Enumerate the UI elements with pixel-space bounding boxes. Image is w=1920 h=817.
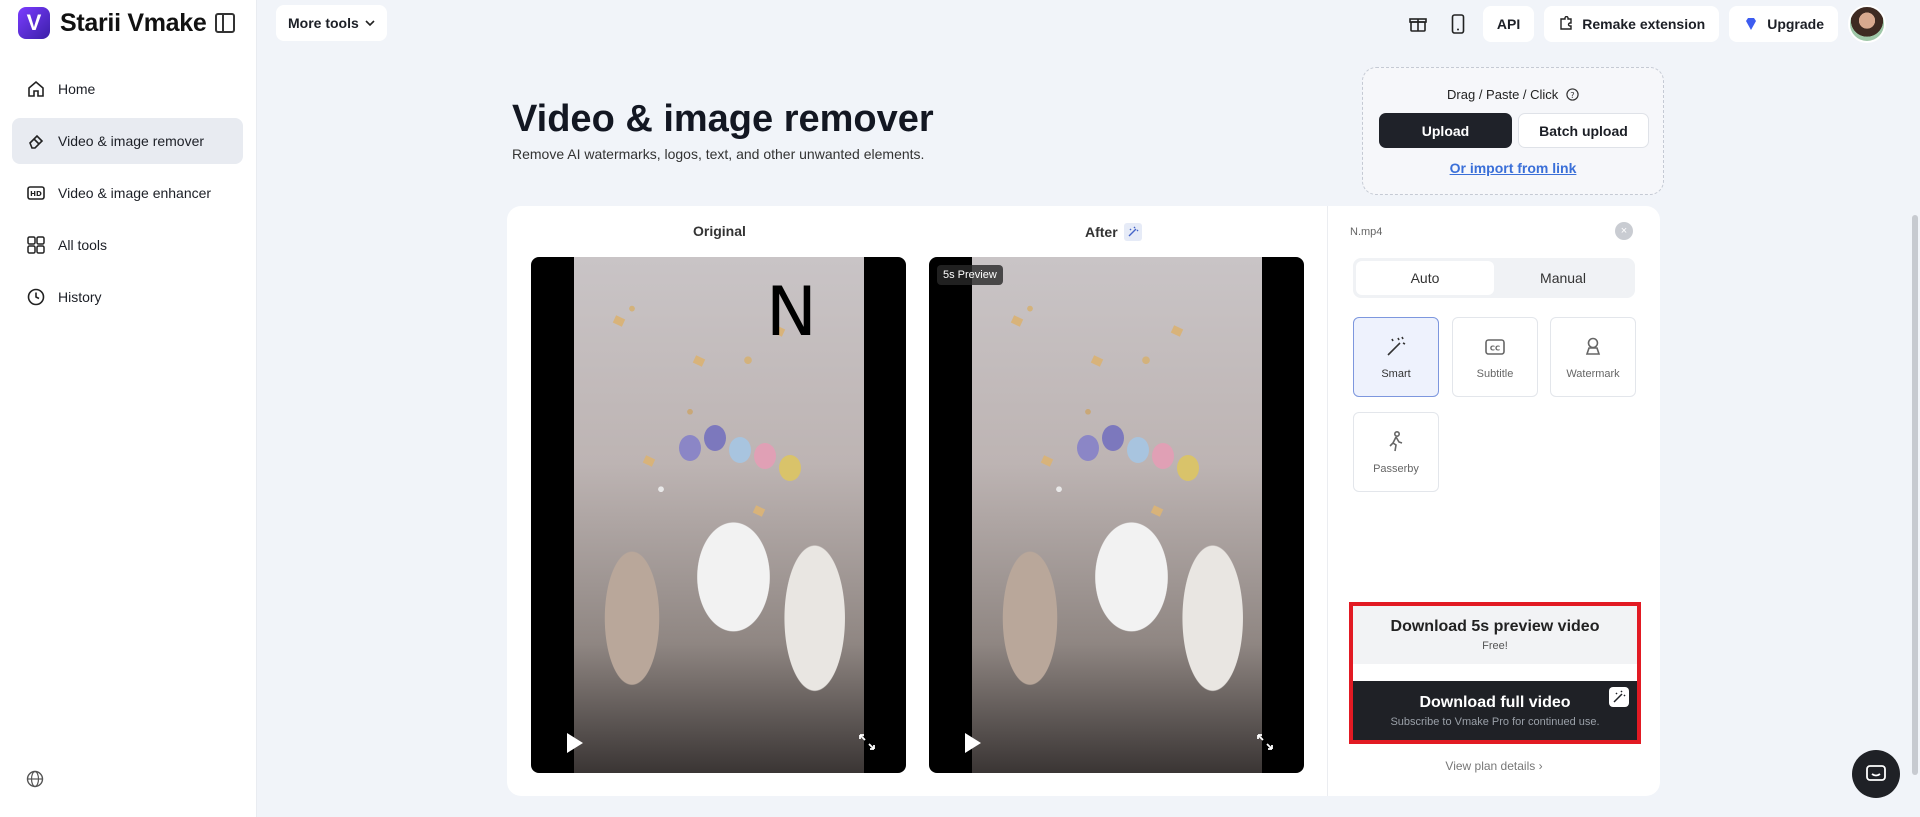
magic-wand-icon — [1609, 687, 1629, 707]
clock-icon — [26, 287, 46, 307]
svg-text:HD: HD — [30, 190, 42, 198]
watermark-n: N — [766, 273, 817, 352]
balloons-decoration — [679, 415, 829, 481]
option-label: Watermark — [1566, 367, 1620, 380]
sidebar-item-enhancer[interactable]: HD Video & image enhancer — [12, 170, 243, 216]
original-video[interactable]: N — [531, 257, 906, 773]
svg-text:CC: CC — [1490, 344, 1500, 352]
import-from-link[interactable]: Or import from link — [1363, 160, 1663, 176]
remake-extension-button[interactable]: Remake extension — [1544, 6, 1720, 42]
upload-dropzone[interactable]: Drag / Paste / Click ? Upload Batch uplo… — [1362, 67, 1664, 195]
chat-icon — [1866, 765, 1886, 781]
option-label: Smart — [1381, 367, 1411, 380]
play-icon[interactable] — [567, 733, 583, 753]
download-preview-button[interactable]: Download 5s preview video Free! — [1353, 606, 1637, 664]
remake-extension-label: Remake extension — [1582, 16, 1706, 32]
sidebar-item-label: Video & image remover — [58, 133, 205, 149]
after-label: After — [1085, 224, 1118, 240]
home-icon — [26, 79, 46, 99]
gift-icon[interactable] — [1403, 6, 1433, 42]
upload-button[interactable]: Upload — [1379, 113, 1512, 148]
stamp-icon — [1585, 337, 1601, 355]
user-avatar[interactable] — [1848, 5, 1886, 43]
mobile-icon[interactable] — [1443, 6, 1473, 42]
extension-icon — [1560, 16, 1572, 30]
sidebar-item-remover[interactable]: Video & image remover — [12, 118, 243, 164]
option-passerby[interactable]: Passerby — [1353, 412, 1439, 492]
grid-icon — [26, 235, 46, 255]
chat-support-button[interactable] — [1852, 750, 1900, 798]
sidebar-item-home[interactable]: Home — [12, 66, 243, 112]
file-name: N.mp4 — [1350, 226, 1383, 238]
mode-tabs: Auto Manual — [1353, 258, 1635, 298]
more-tools-label: More tools — [288, 15, 359, 31]
download-full-title: Download full video — [1419, 693, 1571, 711]
topbar-actions: API Remake extension Upgrade — [1403, 5, 1886, 43]
sidebar-item-label: All tools — [58, 237, 108, 253]
sidebar-item-label: History — [58, 289, 102, 305]
after-video[interactable]: 5s Preview — [929, 257, 1304, 773]
option-subtitle[interactable]: CC Subtitle — [1452, 317, 1538, 397]
expand-icon[interactable] — [858, 733, 876, 751]
preview-area: Original After N 5s Preview — [507, 206, 1327, 796]
upgrade-label: Upgrade — [1767, 16, 1824, 32]
brand-name: Starii Vmake — [60, 8, 207, 37]
option-label: Passerby — [1373, 462, 1419, 475]
page-subtitle: Remove AI watermarks, logos, text, and o… — [512, 146, 925, 162]
sidebar-item-all-tools[interactable]: All tools — [12, 222, 243, 268]
original-label: Original — [693, 223, 746, 239]
after-video-frame — [972, 257, 1262, 773]
page-scrollbar[interactable] — [1912, 215, 1918, 775]
sidebar-item-label: Video & image enhancer — [58, 185, 212, 201]
drag-paste-click-label: Drag / Paste / Click ? — [1363, 87, 1663, 102]
page-title: Video & image remover — [512, 98, 934, 140]
close-icon[interactable]: × — [1615, 222, 1633, 240]
download-preview-title: Download 5s preview video — [1390, 618, 1600, 635]
vmake-logo-icon: V — [18, 7, 50, 39]
sidebar-item-history[interactable]: History — [12, 274, 243, 320]
original-video-frame — [574, 257, 864, 773]
eraser-icon — [26, 131, 46, 151]
sidebar-toggle-icon[interactable] — [215, 13, 235, 33]
download-preview-sub: Free! — [1482, 640, 1508, 652]
view-plan-details-link[interactable]: View plan details › — [1328, 759, 1660, 773]
preview-badge: 5s Preview — [937, 265, 1003, 285]
balloons-decoration — [1077, 415, 1227, 481]
sidebar-nav: Home Video & image remover HD Video & im… — [12, 66, 243, 326]
brand-logo[interactable]: V Starii Vmake — [18, 7, 207, 39]
svg-text:?: ? — [1570, 90, 1574, 100]
option-smart[interactable]: Smart — [1353, 317, 1439, 397]
download-full-button[interactable]: Download full video Subscribe to Vmake P… — [1353, 681, 1637, 740]
more-tools-dropdown[interactable]: More tools — [276, 5, 387, 41]
download-full-sub: Subscribe to Vmake Pro for continued use… — [1390, 715, 1600, 728]
language-globe-icon[interactable] — [26, 770, 44, 793]
option-label: Subtitle — [1476, 367, 1514, 380]
sidebar-item-label: Home — [58, 81, 96, 97]
magic-wand-icon — [1387, 336, 1406, 356]
batch-upload-button[interactable]: Batch upload — [1518, 113, 1649, 148]
help-icon[interactable]: ? — [1566, 88, 1579, 101]
walking-person-icon — [1389, 430, 1403, 451]
upgrade-button[interactable]: Upgrade — [1729, 6, 1838, 42]
after-label-wrap: After — [1085, 223, 1142, 241]
magic-wand-icon — [1123, 223, 1142, 241]
sidebar: V Starii Vmake Home Video & image remove… — [0, 0, 257, 817]
play-icon[interactable] — [965, 733, 981, 753]
diamond-icon — [1746, 18, 1757, 30]
chevron-down-icon — [365, 20, 375, 27]
expand-icon[interactable] — [1256, 733, 1274, 751]
settings-panel: N.mp4 × Auto Manual Smart CC Subtitle Wa… — [1328, 206, 1660, 796]
tab-manual[interactable]: Manual — [1494, 261, 1632, 295]
cc-icon: CC — [1485, 338, 1505, 355]
option-watermark[interactable]: Watermark — [1550, 317, 1636, 397]
tab-auto[interactable]: Auto — [1356, 261, 1494, 295]
editor-card: Original After N 5s Preview N.mp4 × Auto… — [507, 206, 1660, 796]
api-button[interactable]: API — [1482, 6, 1535, 42]
hd-icon: HD — [26, 183, 46, 203]
